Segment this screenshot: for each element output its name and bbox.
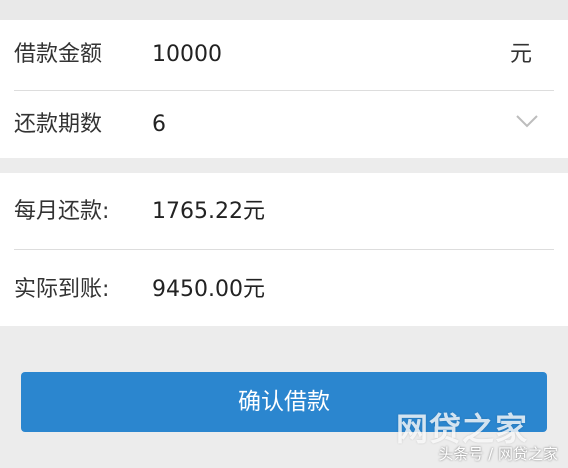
- monthly-repayment-row: 每月还款: 1765.22元: [0, 177, 568, 247]
- repayment-term-select[interactable]: 还款期数 6: [0, 90, 568, 160]
- repayment-term-value: 6: [152, 112, 166, 137]
- monthly-repayment-value: 1765.22元: [152, 199, 265, 224]
- actual-received-row: 实际到账: 9450.00元: [0, 255, 568, 325]
- actual-received-label: 实际到账:: [14, 277, 110, 302]
- actual-received-value: 9450.00元: [152, 277, 265, 302]
- loan-amount-row[interactable]: 借款金额 10000 元: [0, 20, 568, 90]
- repayment-term-label: 还款期数: [14, 112, 103, 137]
- divider: [14, 249, 554, 250]
- monthly-repayment-label: 每月还款:: [14, 199, 110, 224]
- chevron-down-icon[interactable]: [516, 114, 538, 128]
- top-strip: [0, 0, 568, 20]
- repayment-summary-card: 每月还款: 1765.22元 实际到账: 9450.00元: [0, 173, 568, 326]
- watermark-text: 头条号 / 网贷之家: [438, 445, 558, 463]
- loan-amount-unit: 元: [509, 42, 532, 67]
- loan-form-card: 借款金额 10000 元 还款期数 6: [0, 20, 568, 158]
- loan-amount-input[interactable]: 10000: [152, 20, 222, 90]
- loan-amount-label: 借款金额: [14, 42, 103, 67]
